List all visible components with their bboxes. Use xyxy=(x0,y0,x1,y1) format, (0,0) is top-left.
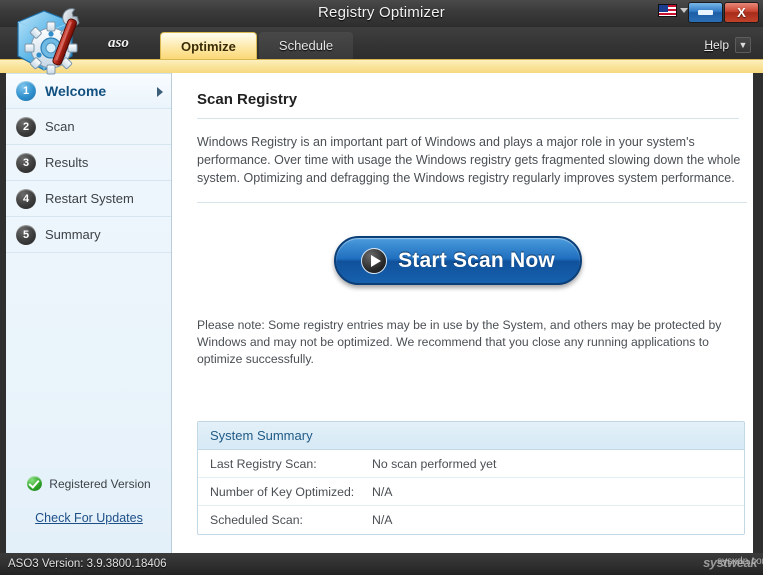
tab-schedule[interactable]: Schedule xyxy=(259,32,353,59)
status-bar: ASO3 Version: 3.9.3800.18406 systweak sy… xyxy=(0,553,763,575)
tab-optimize-label: Optimize xyxy=(181,39,236,54)
window-title: Registry Optimizer xyxy=(0,4,763,21)
main-content: Scan Registry Windows Registry is an imp… xyxy=(173,73,753,553)
sidebar-item-results-label: Results xyxy=(45,155,88,170)
system-summary-panel: System Summary Last Registry Scan: No sc… xyxy=(197,421,745,535)
watermark-domain: sysxdn.com xyxy=(717,556,763,567)
step-badge-4: 4 xyxy=(16,189,36,209)
sidebar-item-welcome-label: Welcome xyxy=(45,83,106,99)
check-for-updates-link[interactable]: Check For Updates xyxy=(6,511,172,525)
help-chevron-down-icon[interactable]: ▼ xyxy=(735,37,751,53)
application-window: Registry Optimizer X aso Optimize Schedu… xyxy=(0,0,763,575)
sidebar-item-results[interactable]: 3 Results xyxy=(6,145,171,181)
chevron-down-icon xyxy=(680,8,688,13)
table-row: Number of Key Optimized: N/A xyxy=(198,478,744,506)
sidebar: 1 Welcome 2 Scan 3 Results 4 Restart Sys… xyxy=(6,73,172,553)
step-badge-1: 1 xyxy=(16,81,36,101)
sidebar-item-summary[interactable]: 5 Summary xyxy=(6,217,171,253)
minimize-icon xyxy=(698,10,713,15)
page-title: Scan Registry xyxy=(197,91,739,108)
close-icon: X xyxy=(737,5,746,20)
sidebar-item-welcome[interactable]: 1 Welcome xyxy=(6,73,171,109)
close-button[interactable]: X xyxy=(724,2,759,23)
step-badge-5: 5 xyxy=(16,225,36,245)
registration-status: Registered Version xyxy=(6,476,172,491)
divider-top xyxy=(197,118,739,119)
sidebar-item-summary-label: Summary xyxy=(45,227,101,242)
start-scan-now-button[interactable]: Start Scan Now xyxy=(334,236,582,285)
table-row: Scheduled Scan: N/A xyxy=(198,506,744,534)
number-of-key-optimized-key: Number of Key Optimized: xyxy=(198,485,372,499)
tab-schedule-label: Schedule xyxy=(279,38,333,53)
number-of-key-optimized-value: N/A xyxy=(372,485,744,499)
intro-paragraph: Windows Registry is an important part of… xyxy=(197,133,742,187)
body-frame: 1 Welcome 2 Scan 3 Results 4 Restart Sys… xyxy=(0,73,763,553)
start-scan-now-label: Start Scan Now xyxy=(398,249,555,273)
step-badge-3: 3 xyxy=(16,153,36,173)
sidebar-item-scan[interactable]: 2 Scan xyxy=(6,109,171,145)
accent-bar xyxy=(0,59,763,73)
sidebar-item-restart-system[interactable]: 4 Restart System xyxy=(6,181,171,217)
divider-bottom xyxy=(197,202,747,203)
version-label: ASO3 Version: 3.9.3800.18406 xyxy=(8,558,167,570)
table-row: Last Registry Scan: No scan performed ye… xyxy=(198,450,744,478)
minimize-button[interactable] xyxy=(688,2,723,23)
scheduled-scan-key: Scheduled Scan: xyxy=(198,513,372,527)
tab-bar: Optimize Schedule xyxy=(160,32,355,59)
registration-status-label: Registered Version xyxy=(49,477,150,491)
chevron-right-icon xyxy=(157,87,163,97)
sidebar-item-restart-system-label: Restart System xyxy=(45,191,134,206)
play-icon xyxy=(361,248,387,274)
please-note-text: Please note: Some registry entries may b… xyxy=(197,317,737,368)
system-summary-title: System Summary xyxy=(198,422,744,450)
last-registry-scan-value: No scan performed yet xyxy=(372,457,744,471)
scheduled-scan-value: N/A xyxy=(372,513,744,527)
help-label: Help xyxy=(704,38,729,52)
sidebar-item-scan-label: Scan xyxy=(45,119,75,134)
language-selector[interactable] xyxy=(658,4,688,17)
step-badge-2: 2 xyxy=(16,117,36,137)
scan-button-wrap: Start Scan Now xyxy=(197,236,739,285)
us-flag-icon xyxy=(658,4,677,17)
check-circle-icon xyxy=(27,476,42,491)
help-menu[interactable]: Help ▼ xyxy=(704,37,751,53)
title-bar: Registry Optimizer X xyxy=(0,0,763,27)
tab-optimize[interactable]: Optimize xyxy=(160,32,257,59)
brand-label: aso xyxy=(108,35,129,52)
last-registry-scan-key: Last Registry Scan: xyxy=(198,457,372,471)
watermark: systweak sysxdn.com xyxy=(703,555,757,570)
